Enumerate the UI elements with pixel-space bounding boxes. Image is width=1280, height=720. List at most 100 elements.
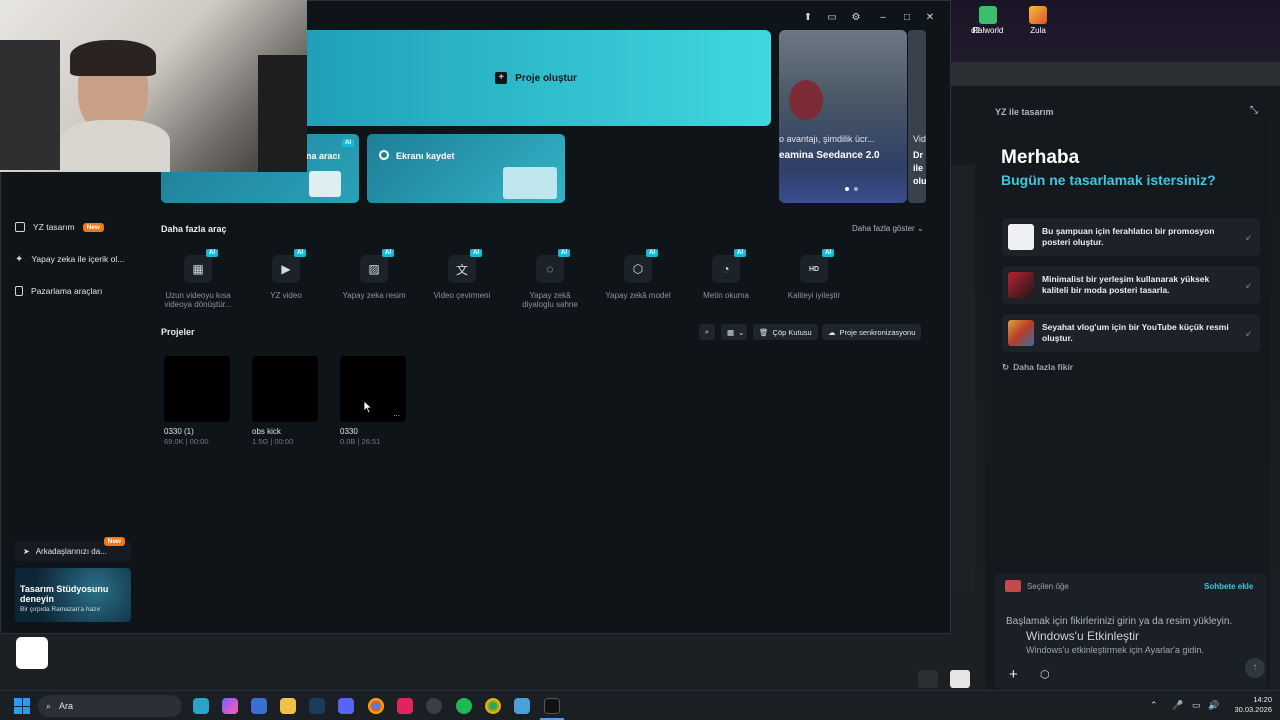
close-icon[interactable]: ✕ xyxy=(924,12,936,24)
folder-icon[interactable] xyxy=(280,698,296,714)
suggestion-item[interactable]: Minimalist bir yerleşim kullanarak yükse… xyxy=(1002,266,1260,304)
tiktok-icon[interactable] xyxy=(397,698,413,714)
spotify-icon[interactable] xyxy=(456,698,472,714)
project-sync-button[interactable]: ☁ Proje senkronizasyonu xyxy=(822,324,922,340)
app-icon-white[interactable] xyxy=(16,637,48,669)
taskbar: ⌕ Ara ⌃ 🎤 ▭ 🔊 14:20 30.03.2026 xyxy=(0,690,1280,720)
plus-icon[interactable]: + xyxy=(1009,666,1018,683)
tool-enhance-quality[interactable]: HD AI Kaliteyi iyileştir xyxy=(769,249,859,300)
sidebar-item-yz-design[interactable]: YZ tasarım New xyxy=(15,214,104,240)
project-item[interactable]: ... 0330 0.0B | 26:51 xyxy=(340,356,408,446)
tool-video-translator[interactable]: 文 AI Video çevirmeni xyxy=(417,249,507,300)
more-ideas-label: Daha fazla fikir xyxy=(1013,362,1074,372)
taskbar-search[interactable]: ⌕ Ara xyxy=(38,695,182,717)
network-icon[interactable]: ▭ xyxy=(1192,700,1201,711)
floating-panel xyxy=(8,634,237,669)
design-studio-card[interactable]: Tasarım Stüdyosunu deneyin Bir çırpıda R… xyxy=(15,568,131,622)
promo-next-line2: Dr xyxy=(913,150,924,160)
suggestion-item[interactable]: Seyahat vlog'um için bir YouTube küçük r… xyxy=(1002,314,1260,352)
collapse-icon[interactable]: ⤡ xyxy=(1250,105,1258,116)
promo-banner-next[interactable]: Vid Dr ile olu xyxy=(908,30,926,203)
upload-icon[interactable]: ⬆ xyxy=(802,12,814,24)
feedback-icon[interactable]: ▭ xyxy=(826,12,838,24)
floating-icon[interactable] xyxy=(950,670,970,688)
ai-badge: AI xyxy=(342,139,354,147)
sidebar-item-ai-content[interactable]: ✦ Yapay zeka ile içerik ol... xyxy=(15,246,124,272)
tool-text-to-speech[interactable]: ◔ AI Metin okuma xyxy=(681,249,771,300)
tool-label: Metin okuma xyxy=(703,291,749,300)
project-thumbnail[interactable] xyxy=(164,356,230,422)
microphone-icon[interactable]: 🎤 xyxy=(1172,700,1183,711)
settings-icon[interactable]: ⚙ xyxy=(850,12,862,24)
sidebar-item-label: Yapay zeka ile içerik ol... xyxy=(31,254,125,264)
windows-start-icon[interactable] xyxy=(14,698,30,714)
tool-long-to-short[interactable]: ▦ AI Uzun videoyu kısa videoya dönüştür..… xyxy=(153,249,243,309)
show-more-link[interactable]: Daha fazla göster ⌄ xyxy=(852,224,924,233)
speech-icon: ◔ AI xyxy=(712,249,746,283)
clock-time: 14:20 xyxy=(1253,695,1272,704)
chevron-down-icon: ⌄ xyxy=(916,224,924,233)
trash-button[interactable]: 🗑 Çöp Kutusu xyxy=(753,324,818,340)
suggestion-thumbnail xyxy=(1008,320,1034,346)
carousel-dot-active[interactable] xyxy=(845,187,849,191)
desktop-icon-zula[interactable]: Zula xyxy=(1014,6,1062,35)
obs-icon[interactable] xyxy=(426,698,442,714)
tool-dialog-scene[interactable]: ◌ AI Yapay zekâ diyaloglu sahne xyxy=(505,249,595,309)
send-button[interactable]: ↑ xyxy=(1245,658,1265,678)
photos-icon[interactable] xyxy=(514,698,530,714)
trash-label: Çöp Kutusu xyxy=(772,327,812,337)
arrow-icon: ↙ xyxy=(1245,232,1252,242)
tool-ai-model[interactable]: ⬡ AI Yapay zekâ model xyxy=(593,249,683,300)
ai-badge: AI xyxy=(294,249,306,257)
carousel-dot[interactable] xyxy=(854,187,858,191)
send-icon: ➤ xyxy=(23,546,30,556)
tray-chevron-icon[interactable]: ⌃ xyxy=(1150,700,1158,711)
view-toggle-button[interactable]: ▦ ⌄ xyxy=(721,324,747,340)
prompt-input[interactable]: Başlamak için fikirlerinizi girin ya da … xyxy=(1006,616,1232,627)
project-name: obs kick xyxy=(252,427,281,436)
question: Bugün ne tasarlamak istersiniz? xyxy=(1001,172,1216,188)
suggestion-item[interactable]: Bu şampuan için ferahlatıcı bir promosyo… xyxy=(1002,218,1260,256)
chrome-profile-icon[interactable] xyxy=(485,698,501,714)
record-screen-card[interactable]: Ekranı kaydet xyxy=(367,134,565,203)
tool-ai-video[interactable]: ▶ AI YZ video xyxy=(241,249,331,300)
project-item[interactable]: 0330 (1) 69.0K | 00:00 xyxy=(164,356,232,446)
chevron-down-icon: ⌄ xyxy=(738,327,745,337)
steam-icon[interactable] xyxy=(309,698,325,714)
promo-text-line2: eamina Seedance 2.0 xyxy=(779,150,880,161)
copilot-icon[interactable] xyxy=(222,698,238,714)
create-project-button[interactable]: + Proje oluştur xyxy=(301,30,771,126)
suggestion-thumbnail xyxy=(1008,272,1034,298)
edge-icon[interactable] xyxy=(193,698,209,714)
discord-icon[interactable] xyxy=(338,698,354,714)
create-project-label: Proje oluştur xyxy=(515,72,577,84)
chrome-icon[interactable] xyxy=(368,698,384,714)
store-icon[interactable] xyxy=(251,698,267,714)
capcut-icon[interactable] xyxy=(544,698,560,714)
add-to-chat-button[interactable]: Sohbete ekle xyxy=(1204,582,1253,591)
floating-icon[interactable] xyxy=(918,670,938,688)
volume-icon[interactable]: 🔊 xyxy=(1208,700,1219,711)
more-ideas-button[interactable]: ↻ Daha fazla fikir xyxy=(1002,362,1073,373)
project-name: 0330 (1) xyxy=(164,427,194,436)
promo-banner[interactable]: o avantajı, şimdilik ücr... eamina Seeda… xyxy=(779,30,907,203)
tool-ai-image[interactable]: ▨ AI Yapay zeka resim xyxy=(329,249,419,300)
desktop-icon-palworld[interactable]: Palworld xyxy=(964,6,1012,35)
taskbar-clock[interactable]: 14:20 30.03.2026 xyxy=(1228,695,1272,715)
project-thumbnail[interactable] xyxy=(252,356,318,422)
invite-friends-button[interactable]: ➤ Arkadaşlarınızı da... New xyxy=(15,537,131,561)
project-meta: 0.0B | 26:51 xyxy=(340,437,381,446)
sidebar-item-marketing[interactable]: Pazarlama araçları xyxy=(15,278,102,304)
project-thumbnail[interactable]: ... xyxy=(340,356,406,422)
webcam-shirt xyxy=(60,120,170,172)
sync-label: Proje senkronizasyonu xyxy=(839,327,916,337)
cube-icon[interactable]: ⬡ xyxy=(1040,668,1050,681)
maximize-icon[interactable]: □ xyxy=(901,12,913,24)
webcam-overlay xyxy=(0,0,307,172)
prompt-input-area[interactable]: Seçilen öğe Sohbete ekle Başlamak için f… xyxy=(995,573,1267,690)
tool-label: Yapay zeka resim xyxy=(342,291,406,300)
more-options-button[interactable]: ... xyxy=(393,409,400,418)
project-item[interactable]: obs kick 1.5G | 00:00 xyxy=(252,356,320,446)
search-button[interactable]: ⌕ xyxy=(699,324,715,340)
minimize-icon[interactable]: – xyxy=(877,12,889,24)
